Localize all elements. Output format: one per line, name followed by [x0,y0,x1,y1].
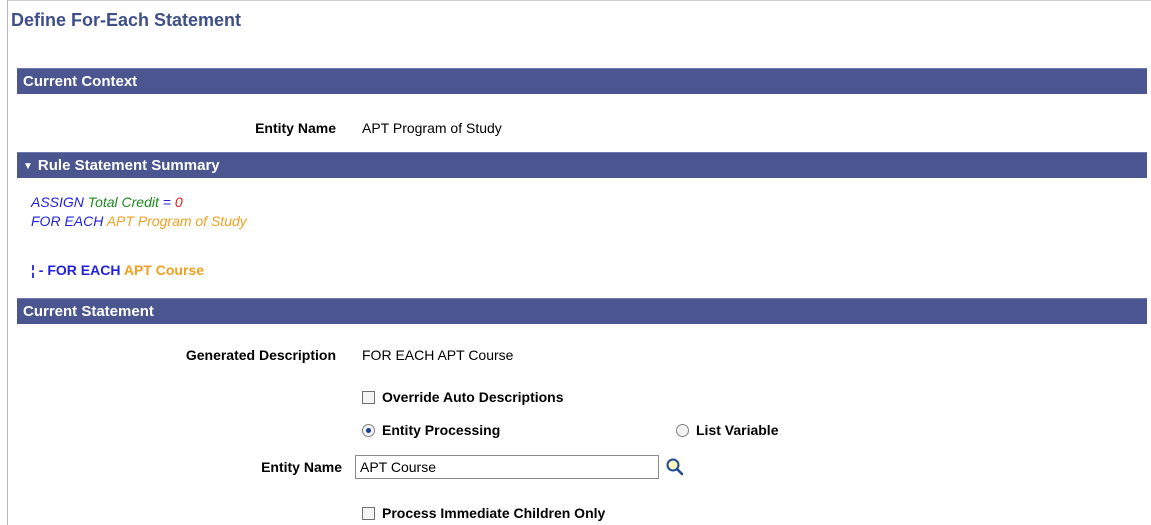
override-auto-descriptions-row[interactable]: Override Auto Descriptions [362,389,564,405]
override-auto-descriptions-checkbox[interactable] [362,390,375,404]
current-context-header-label: Current Context [23,73,138,90]
foreach-entity: APT Program of Study [106,213,247,229]
foreach-keyword: FOR EACH [31,213,104,229]
entity-name-input[interactable] [355,455,659,479]
process-immediate-children-row[interactable]: Process Immediate Children Only [362,505,605,521]
generated-description-value: FOR EACH APT Course [362,347,514,363]
page-title: Define For-Each Statement [11,10,242,30]
process-immediate-children-checkbox[interactable] [362,506,375,520]
current-statement-header-label: Current Statement [23,303,154,320]
nested-foreach-entity: APT Course [123,262,204,278]
page-left-border [7,0,8,525]
generated-description-label: Generated Description [185,347,336,363]
assign-keyword: ASSIGN [31,194,84,210]
entity-processing-label[interactable]: Entity Processing [382,422,500,438]
assign-literal: 0 [174,194,183,210]
context-entity-name-label: Entity Name [255,120,336,136]
assign-variable: Total Credit [87,194,159,210]
nested-foreach-keyword: FOR EACH [47,262,121,278]
list-variable-radio[interactable] [676,423,689,437]
list-variable-option[interactable]: List Variable [676,422,778,438]
summary-line-assign: ASSIGN Total Credit = 0 [31,194,183,210]
page-top-border [7,0,1151,1]
override-auto-descriptions-label[interactable]: Override Auto Descriptions [382,389,564,405]
entity-name-label: Entity Name [261,459,342,475]
entity-processing-radio[interactable] [362,423,375,437]
summary-line-foreach-course: ¦ - FOR EACH APT Course [31,262,204,278]
assign-operator: = [162,194,171,210]
rule-statement-summary-header[interactable]: ▼ Rule Statement Summary [17,152,1147,178]
process-immediate-children-label[interactable]: Process Immediate Children Only [382,505,605,521]
rule-statement-summary-label: Rule Statement Summary [37,157,220,174]
context-entity-name-value: APT Program of Study [362,120,502,136]
entity-processing-option[interactable]: Entity Processing [362,422,500,438]
current-statement-header: Current Statement [17,298,1147,324]
current-context-header: Current Context [17,68,1147,94]
magnifier-icon[interactable] [664,457,686,477]
summary-line-foreach-program: FOR EACH APT Program of Study [31,213,247,229]
list-variable-label[interactable]: List Variable [696,422,778,438]
collapse-triangle-icon[interactable]: ▼ [23,161,33,172]
nested-prefix: ¦ - [31,262,44,278]
